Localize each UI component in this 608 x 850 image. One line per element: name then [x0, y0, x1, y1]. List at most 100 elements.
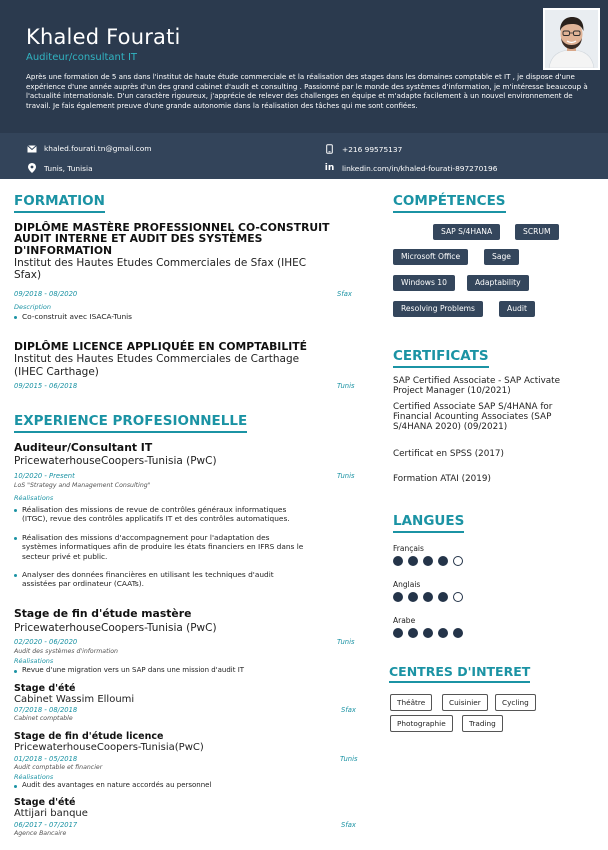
language-level	[393, 556, 463, 566]
degree-title: D'INFORMATION	[14, 244, 113, 257]
candidate-name: Khaled Fourati	[26, 25, 181, 49]
level-dot-filled	[393, 556, 403, 566]
interest-tag: Cuisinier	[442, 694, 488, 711]
skill-tag: Adaptability	[467, 275, 529, 291]
degree-title: AUDIT INTERNE ET AUDIT DES SYSTÈMES	[14, 232, 263, 245]
job-subtitle: Cabinet comptable	[14, 715, 73, 722]
skill-tag: Windows 10	[393, 275, 455, 291]
level-dot-filled	[408, 628, 418, 638]
cert-line: Certified Associate SAP S/4HANA for	[393, 402, 553, 412]
profile-photo	[543, 8, 600, 70]
phone-text[interactable]: +216 99575137	[342, 145, 402, 154]
envelope-icon	[26, 144, 37, 153]
institution: Institut des Hautes Etudes Commerciales …	[14, 257, 307, 269]
date-range: 10/2020 - Present	[14, 472, 75, 480]
section-title-interets: CENTRES D'INTERET	[389, 664, 531, 683]
date-range: 09/2018 - 08/2020	[14, 290, 78, 298]
linkedin-text[interactable]: linkedin.com/in/khaled-fourati-897270196	[342, 164, 497, 173]
contact-bar: khaled.fourati.tn@gmail.com +216 9957513…	[0, 133, 608, 179]
contact-phone[interactable]: +216 99575137	[324, 144, 402, 154]
bullet-line: systèmes informatiques afin de produire …	[22, 542, 304, 552]
bullet-line: Réalisation des missions d'accompagnemen…	[22, 533, 270, 542]
achievements-label: Réalisations	[14, 657, 54, 665]
date-range: 02/2020 - 06/2020	[14, 638, 78, 646]
cert-line: S/4HANA 2020) (09/2021)	[393, 422, 508, 432]
certificate-item: Certificat en SPSS (2017)	[393, 449, 504, 459]
summary: Après une formation de 5 ans dans l'inst…	[26, 72, 588, 110]
level-dot-filled	[423, 628, 433, 638]
company: PricewaterhouseCoopers-Tunisia (PwC)	[14, 455, 217, 467]
bullet-line: Réalisation des missions de revue de con…	[22, 505, 287, 514]
section-title-competences: COMPÉTENCES	[393, 193, 506, 213]
skill-tag: Resolving Problems	[393, 301, 483, 317]
list-item: Analyser des données financières en util…	[14, 570, 354, 589]
level-dot-filled	[423, 556, 433, 566]
job-subtitle: LoS "Strategy and Management Consulting"	[14, 482, 151, 489]
cert-line: Financial Acounting Associates (SAP	[393, 412, 552, 422]
bullet-line: assistées par ordinateur (CAATs).	[22, 579, 144, 589]
location: Tunis	[340, 755, 358, 763]
location: Tunis	[337, 638, 355, 646]
company: Cabinet Wassim Elloumi	[14, 694, 135, 705]
contact-linkedin[interactable]: in linkedin.com/in/khaled-fourati-897270…	[324, 163, 498, 173]
job-role: Stage d'été	[14, 797, 76, 808]
language-name: Français	[393, 544, 424, 553]
language-level	[393, 628, 463, 638]
institution: Institut des Hautes Etudes Commerciales …	[14, 353, 300, 365]
certificate-item: Certified Associate SAP S/4HANA for Fina…	[393, 402, 603, 432]
level-dot-filled	[438, 628, 448, 638]
location-text: Tunis, Tunisia	[44, 163, 93, 173]
location: Sfax	[341, 706, 356, 714]
date-range: 06/2017 - 07/2017	[14, 821, 78, 829]
language-level	[393, 592, 463, 602]
interest-tag: Cycling	[495, 694, 536, 711]
institution: (IHEC Carthage)	[14, 366, 99, 378]
achievements-label: Réalisations	[14, 494, 54, 502]
section-title-formation: FORMATION	[14, 193, 105, 213]
list-item: Co-construit avec ISACA-Tunis	[14, 312, 342, 321]
list-item: Réalisation des missions de revue de con…	[14, 505, 354, 524]
email-text[interactable]: khaled.fourati.tn@gmail.com	[44, 144, 151, 153]
language-name: Anglais	[393, 580, 421, 589]
job-role: Auditeur/Consultant IT	[14, 441, 153, 454]
job-subtitle: Agence Bancaire	[14, 830, 67, 837]
location-pin-icon	[26, 163, 37, 173]
language-name: Arabe	[393, 616, 416, 625]
bullet-line: secteur privé et public.	[22, 551, 108, 561]
section-title-experience: EXPERIENCE PROFESIONNELLE	[14, 413, 248, 433]
bullet-line: (ITGC), revue des contrôles applicatifs …	[22, 514, 290, 524]
contact-email[interactable]: khaled.fourati.tn@gmail.com	[26, 144, 151, 153]
linkedin-icon: in	[324, 163, 335, 173]
company: PricewaterhouseCoopers-Tunisia(PwC)	[14, 742, 204, 753]
level-dot-filled	[408, 592, 418, 602]
skill-tag: Microsoft Office	[393, 249, 469, 265]
bullet-line: Analyser des données financières en util…	[22, 570, 274, 579]
level-dot-filled	[408, 556, 418, 566]
level-dot-empty	[453, 556, 463, 566]
company: Attijari banque	[14, 808, 88, 819]
section-title-certificats: CERTIFICATS	[393, 348, 489, 368]
job-role: Stage d'été	[14, 683, 76, 694]
level-dot-filled	[453, 628, 463, 638]
level-dot-filled	[438, 592, 448, 602]
list-item: Audit des avantages en nature accordés a…	[14, 781, 354, 790]
date-range: 09/2015 - 06/2018	[14, 382, 78, 390]
date-range: 07/2018 - 08/2018	[14, 706, 78, 714]
skill-tag: SAP S/4HANA	[433, 224, 501, 240]
list-item: Revue d'une migration vers un SAP dans u…	[14, 666, 354, 675]
level-dot-filled	[438, 556, 448, 566]
job-role: Stage de fin d'étude mastère	[14, 607, 192, 620]
list-item: Réalisation des missions d'accompagnemen…	[14, 533, 354, 561]
skill-tag: Audit	[499, 301, 535, 317]
skill-tag: Sage	[484, 249, 519, 265]
certificate-item: SAP Certified Associate - SAP Activate P…	[393, 376, 603, 396]
interest-tag: Trading	[462, 715, 503, 732]
job-subtitle: Audit comptable et financier	[14, 764, 103, 771]
phone-icon	[324, 144, 335, 154]
certificate-item: Formation ATAI (2019)	[393, 474, 491, 484]
location: Tunis	[337, 472, 355, 480]
interest-tag: Théâtre	[390, 694, 433, 711]
location: Sfax	[341, 821, 356, 829]
header: Khaled Fourati Auditeur/consultant IT Ap…	[0, 0, 608, 133]
level-dot-filled	[393, 592, 403, 602]
